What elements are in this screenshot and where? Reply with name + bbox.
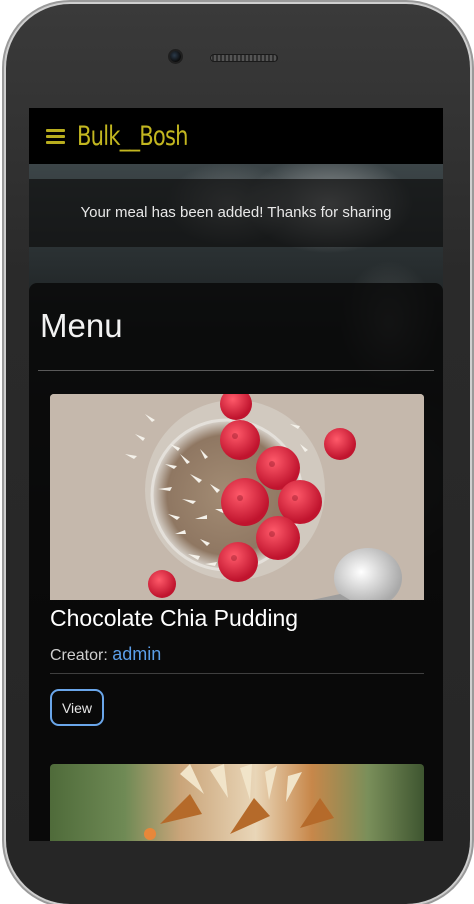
earpiece-speaker xyxy=(210,54,278,62)
page-title: Menu xyxy=(40,307,123,344)
meal-image-2[interactable] xyxy=(50,764,424,841)
meal-creator: Creator: admin xyxy=(50,644,424,665)
meal-image[interactable] xyxy=(50,394,424,600)
flash-message: Your meal has been added! Thanks for sha… xyxy=(29,179,443,247)
chia-pudding-photo xyxy=(50,394,424,600)
meal-card: Chocolate Chia Pudding Creator: admin Vi… xyxy=(50,394,424,726)
meal-title: Chocolate Chia Pudding xyxy=(50,605,299,631)
phone-screen: Bulk__Bosh Your meal has been added! Tha… xyxy=(29,108,443,841)
navbar: Bulk__Bosh xyxy=(29,108,443,164)
title-divider xyxy=(38,370,434,371)
creator-label: Creator: xyxy=(50,647,108,664)
hamburger-menu-icon[interactable] xyxy=(46,128,65,144)
menu-panel: Menu Chocolate Chia Pudding Creator: adm… xyxy=(29,283,443,841)
dessert-photo xyxy=(144,764,334,840)
view-button[interactable]: View xyxy=(50,689,104,726)
front-camera xyxy=(170,51,181,62)
brand-logo[interactable]: Bulk__Bosh xyxy=(77,121,189,152)
creator-link[interactable]: admin xyxy=(112,644,161,664)
card-divider xyxy=(50,673,424,674)
